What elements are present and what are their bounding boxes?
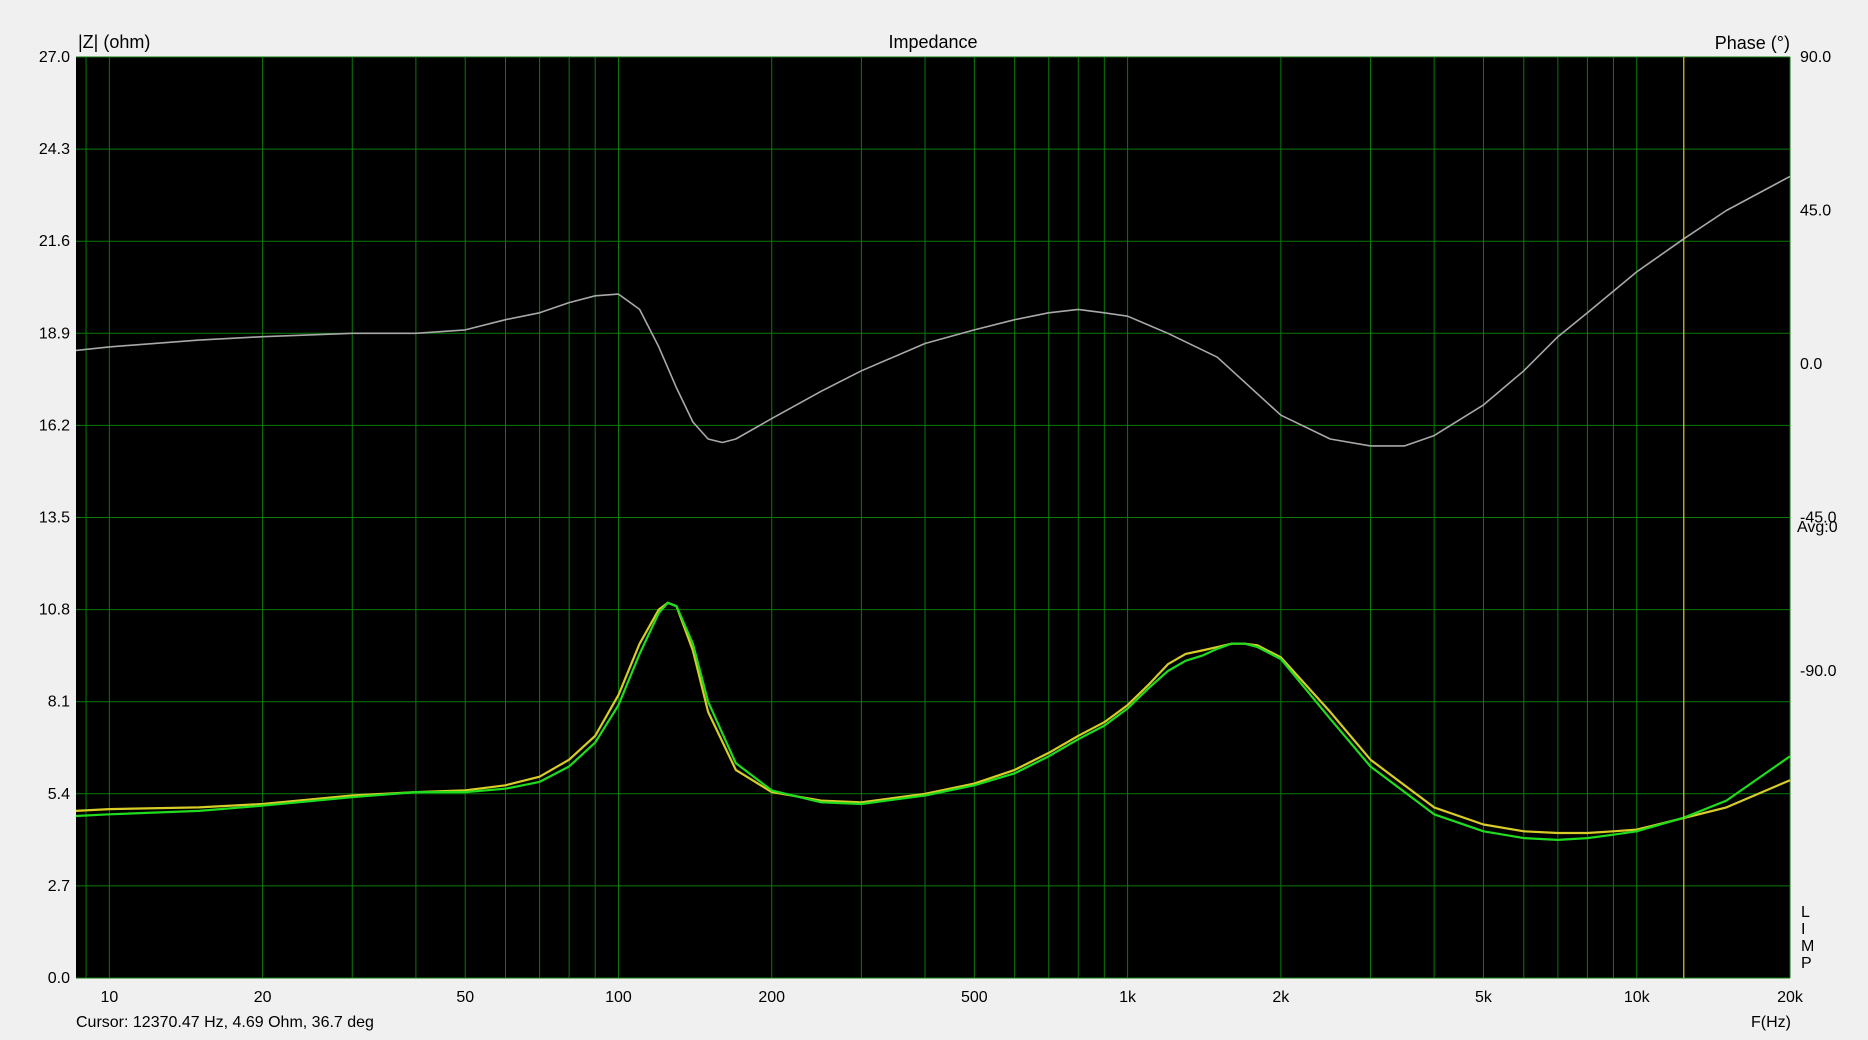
y-tick-label-left: 2.7 [48,878,70,895]
x-tick-label: 200 [758,989,785,1006]
cursor-readout: Cursor: 12370.47 Hz, 4.69 Ohm, 36.7 deg [76,1014,374,1031]
y-tick-label-left: 10.8 [39,602,70,619]
x-tick-label: 10 [100,989,118,1006]
side-letter: P [1801,955,1812,972]
x-tick-label: 20k [1777,989,1804,1006]
y-tick-label-right: 0.0 [1800,356,1822,373]
impedance-chart: Impedance |Z| (ohm) Phase (°) F(Hz) Curs… [0,0,1868,1035]
side-letter: I [1801,921,1805,938]
y-tick-label-left: 0.0 [48,970,70,987]
y-tick-label-left: 8.1 [48,694,70,711]
y-tick-label-left: 24.3 [39,141,70,158]
y-tick-label-left: 18.9 [39,325,70,342]
y-tick-label-right: 90.0 [1800,49,1831,66]
y-axis-right-label: Phase (°) [1715,33,1790,53]
y-tick-label-left: 21.6 [39,233,70,250]
y-tick-label-right: -45.0 [1800,510,1837,527]
x-tick-label: 1k [1119,989,1137,1006]
x-tick-label: 10k [1624,989,1651,1006]
y-tick-label-left: 16.2 [39,417,70,434]
chart-canvas: Impedance |Z| (ohm) Phase (°) F(Hz) Curs… [0,0,1868,1035]
x-tick-label: 20 [254,989,272,1006]
x-tick-label: 50 [456,989,474,1006]
y-tick-label-right: -90.0 [1800,663,1837,680]
y-tick-label-left: 5.4 [48,786,70,803]
x-tick-label: 2k [1272,989,1290,1006]
x-axis-label: F(Hz) [1751,1014,1791,1031]
y-tick-label-left: 27.0 [39,49,70,66]
y-tick-label-left: 13.5 [39,510,70,527]
x-tick-label: 100 [605,989,632,1006]
y-axis-left-label: |Z| (ohm) [78,32,150,52]
y-tick-label-right: 45.0 [1800,203,1831,220]
x-tick-label: 5k [1475,989,1493,1006]
side-letter: M [1801,938,1814,955]
side-letter: L [1801,904,1810,921]
chart-title: Impedance [888,32,977,52]
x-tick-label: 500 [961,989,988,1006]
